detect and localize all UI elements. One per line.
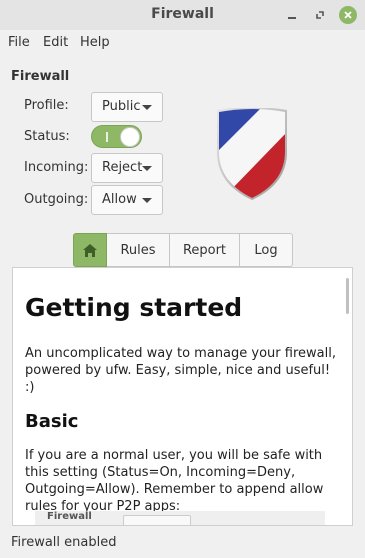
preview-caption: Firewall <box>47 511 92 522</box>
tab-report[interactable]: Report <box>170 233 240 267</box>
section-heading-basic: Basic <box>25 411 79 432</box>
menu-file[interactable]: File <box>8 35 30 50</box>
menu-help[interactable]: Help <box>80 35 110 50</box>
maximize-button[interactable] <box>310 5 330 25</box>
check-mark-icon <box>106 132 108 142</box>
profile-combo[interactable]: Public <box>91 92 163 122</box>
minimize-icon <box>288 17 296 19</box>
tab-log[interactable]: Log <box>240 233 293 267</box>
help-content-panel[interactable]: Getting started An uncomplicated way to … <box>12 267 353 526</box>
chevron-down-icon <box>142 198 152 203</box>
outgoing-combo[interactable]: Allow <box>91 185 163 215</box>
incoming-combo[interactable]: Reject <box>91 153 163 183</box>
minimize-button[interactable] <box>282 5 302 25</box>
close-button[interactable] <box>338 5 358 25</box>
tab-rules[interactable]: Rules <box>107 233 170 267</box>
close-icon <box>344 11 352 19</box>
preview-image: Firewall <box>35 511 325 525</box>
status-switch[interactable] <box>91 125 142 148</box>
profile-value: Public <box>102 99 141 114</box>
incoming-value: Reject <box>102 160 143 175</box>
profile-label: Profile: <box>24 98 69 113</box>
title-bar: Firewall <box>0 0 365 30</box>
incoming-label: Incoming: <box>24 160 89 175</box>
intro-paragraph: An uncomplicated way to manage your fire… <box>25 346 336 395</box>
shield-logo-icon <box>217 108 287 200</box>
status-bar: Firewall enabled <box>0 528 365 558</box>
maximize-icon <box>316 11 324 19</box>
chevron-down-icon <box>142 105 152 110</box>
page-title: Getting started <box>25 293 243 322</box>
menu-edit[interactable]: Edit <box>43 35 68 50</box>
section-title: Firewall <box>11 69 70 84</box>
scrollbar-thumb[interactable] <box>346 278 349 314</box>
switch-knob <box>120 127 140 147</box>
tab-bar: Rules Report Log <box>73 233 293 267</box>
outgoing-value: Allow <box>102 192 137 207</box>
outgoing-label: Outgoing: <box>24 192 89 207</box>
menu-bar: File Edit Help <box>0 30 365 56</box>
basic-paragraph: If you are a normal user, you will be sa… <box>25 448 324 514</box>
status-text: Firewall enabled <box>11 535 117 550</box>
home-icon <box>83 243 97 257</box>
status-label: Status: <box>24 129 70 144</box>
tab-home[interactable] <box>73 233 107 267</box>
chevron-down-icon <box>142 166 152 171</box>
